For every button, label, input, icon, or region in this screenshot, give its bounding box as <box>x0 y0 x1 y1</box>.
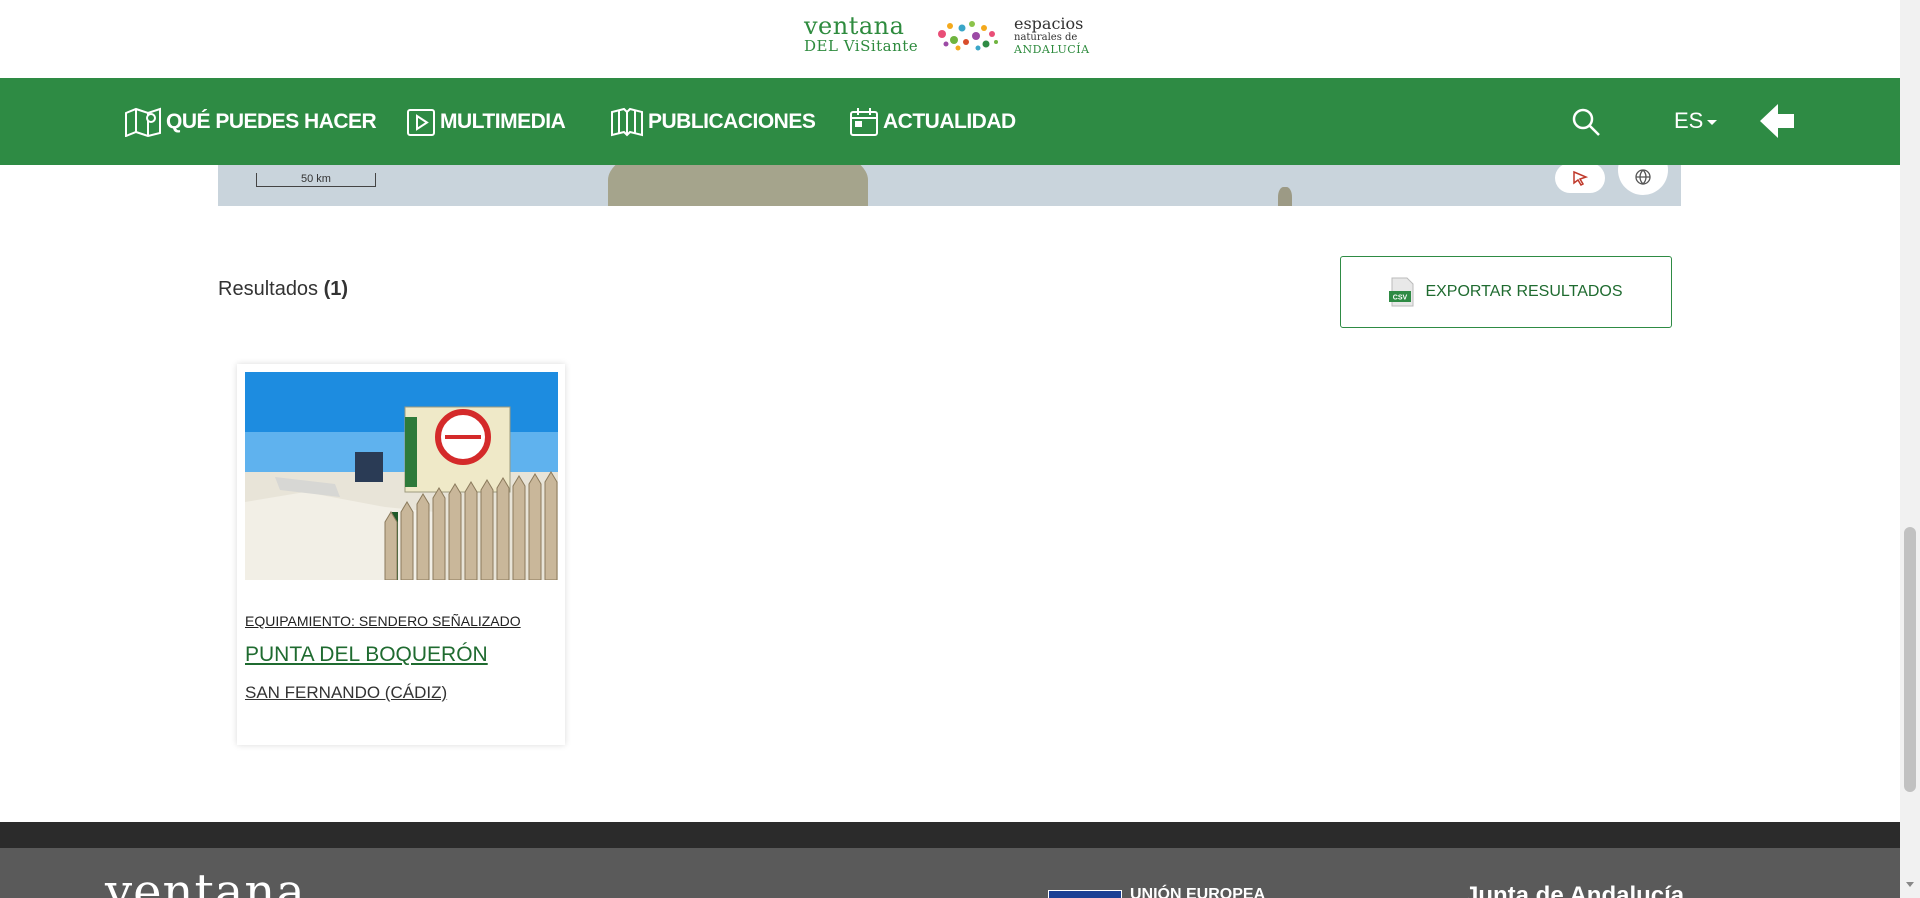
map-view[interactable]: 50 km <box>218 165 1681 206</box>
card-title-link[interactable]: PUNTA DEL BOQUERÓN <box>245 643 488 667</box>
map-layers-button[interactable] <box>1618 165 1668 195</box>
export-results-button[interactable]: CSV EXPORTAR RESULTADOS <box>1340 256 1672 328</box>
nav-label: QUÉ PUEDES HACER <box>166 110 377 133</box>
nav-item-multimedia[interactable]: MULTIMEDIA <box>406 106 566 138</box>
play-icon <box>407 109 435 136</box>
partner-logo-line3: ANDALUCÍA <box>1014 43 1090 56</box>
language-selector[interactable]: ES <box>1674 108 1718 134</box>
footer: ventana UNIÓN EUROPEA Junta de Andalucía <box>0 848 1900 898</box>
nav-item-actualidad[interactable]: ACTUALIDAD <box>849 106 1016 138</box>
logo-bar: ventana DEL ViSitante espacios naturales… <box>0 0 1900 78</box>
partner-logo-line1: espacios <box>1014 14 1084 33</box>
search-icon[interactable] <box>1570 106 1602 138</box>
scroll-down-icon[interactable] <box>1906 882 1914 887</box>
calendar-icon <box>850 108 878 136</box>
flower-logo-icon <box>938 21 998 51</box>
footer-logo[interactable]: ventana <box>105 864 306 898</box>
export-results-label: EXPORTAR RESULTADOS <box>1425 283 1623 300</box>
results-count: Resultados (1) <box>218 278 348 301</box>
footer-junta-text[interactable]: Junta de Andalucía <box>1465 882 1684 898</box>
chevron-down-icon <box>1707 119 1718 125</box>
eu-flag-icon <box>1048 890 1122 898</box>
partner-logo-line2: naturales de <box>1014 32 1078 43</box>
logo-text-ventana: ventana <box>804 12 905 40</box>
book-icon <box>611 107 643 137</box>
map-land <box>1278 187 1292 206</box>
card-category-link[interactable]: EQUIPAMIENTO: SENDERO SEÑALIZADO <box>245 613 521 629</box>
results-number: (1) <box>323 278 349 300</box>
nav-item-que-puedes-hacer[interactable]: QUÉ PUEDES HACER <box>124 106 377 138</box>
globe-icon <box>1635 169 1651 185</box>
page-scrollbar[interactable] <box>1900 0 1920 898</box>
cursor-select-icon <box>1573 170 1589 186</box>
result-card[interactable]: EQUIPAMIENTO: SENDERO SEÑALIZADO PUNTA D… <box>237 364 565 745</box>
site-logo[interactable]: ventana DEL ViSitante espacios naturales… <box>804 12 1096 56</box>
footer-eu-text: UNIÓN EUROPEA <box>1130 886 1266 898</box>
map-land <box>608 165 868 206</box>
nav-label: PUBLICACIONES <box>648 110 816 133</box>
map-scale: 50 km <box>256 173 376 187</box>
logo-text-visitante: DEL ViSitante <box>804 37 919 55</box>
results-label: Resultados <box>218 278 319 300</box>
language-label: ES <box>1674 108 1704 133</box>
page: ventana DEL ViSitante espacios naturales… <box>0 0 1920 898</box>
scrollbar-thumb[interactable] <box>1904 527 1916 792</box>
card-location-link[interactable]: SAN FERNANDO (CÁDIZ) <box>245 683 447 703</box>
map-select-button[interactable] <box>1555 165 1605 193</box>
main-nav: QUÉ PUEDES HACER MULTIMEDIA PUBLICACIONE… <box>0 78 1900 165</box>
map-pin-icon <box>125 107 161 137</box>
csv-file-icon: CSV <box>1389 277 1414 307</box>
footer-top-band <box>0 822 1900 848</box>
nav-label: MULTIMEDIA <box>440 110 566 133</box>
nav-item-publicaciones[interactable]: PUBLICACIONES <box>610 106 816 138</box>
nav-label: ACTUALIDAD <box>883 110 1016 133</box>
card-image[interactable] <box>245 372 558 580</box>
csv-icon-text: CSV <box>1393 295 1408 302</box>
arrow-left-icon[interactable] <box>1756 100 1798 142</box>
